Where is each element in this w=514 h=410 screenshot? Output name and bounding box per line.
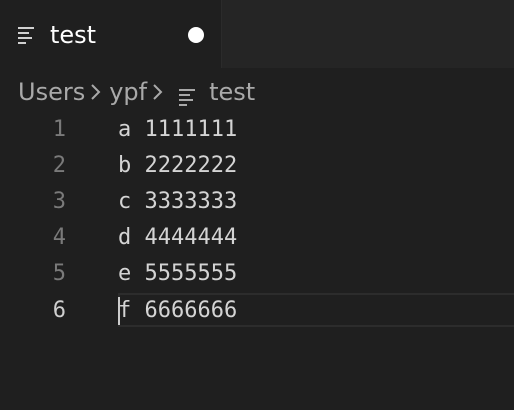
unsaved-indicator-icon[interactable] [188,27,204,43]
line-number: 1 [52,117,66,142]
line-number: 6 [52,298,66,323]
chevron-right-icon [85,74,109,110]
line-text[interactable]: d 4444444 [118,220,237,256]
line-number: 4 [52,225,66,250]
code-line[interactable]: 1 a 1111111 [0,112,514,148]
line-text[interactable]: a 1111111 [118,112,237,148]
line-number: 2 [52,153,66,178]
line-text[interactable]: e 5555555 [118,256,237,292]
file-lines-icon [18,26,36,44]
breadcrumb-item-users[interactable]: Users [18,74,85,110]
code-line[interactable]: 3 c 3333333 [0,184,514,220]
line-text[interactable]: f 6666666 [118,293,237,329]
breadcrumb: Users ypf test [18,74,255,110]
line-number: 5 [52,261,66,286]
tab-bar: test [0,0,514,68]
breadcrumb-item-ypf[interactable]: ypf [109,74,147,110]
text-cursor [118,297,120,325]
code-line[interactable]: 5 e 5555555 [0,256,514,292]
breadcrumb-item-test[interactable]: test [209,74,255,110]
code-editor[interactable]: 1 a 1111111 2 b 2222222 3 c 3333333 4 d … [0,112,514,410]
code-line-active[interactable]: 6 f 6666666 [0,293,514,329]
file-lines-icon [179,84,197,106]
line-text[interactable]: b 2222222 [118,148,237,184]
code-line[interactable]: 4 d 4444444 [0,220,514,256]
tab-title: test [50,21,97,49]
line-number: 3 [52,189,66,214]
tab-test[interactable]: test [0,0,222,68]
tab-bar-empty-area[interactable] [222,0,514,68]
line-text[interactable]: c 3333333 [118,184,237,220]
chevron-right-icon [147,74,171,110]
code-line[interactable]: 2 b 2222222 [0,148,514,184]
